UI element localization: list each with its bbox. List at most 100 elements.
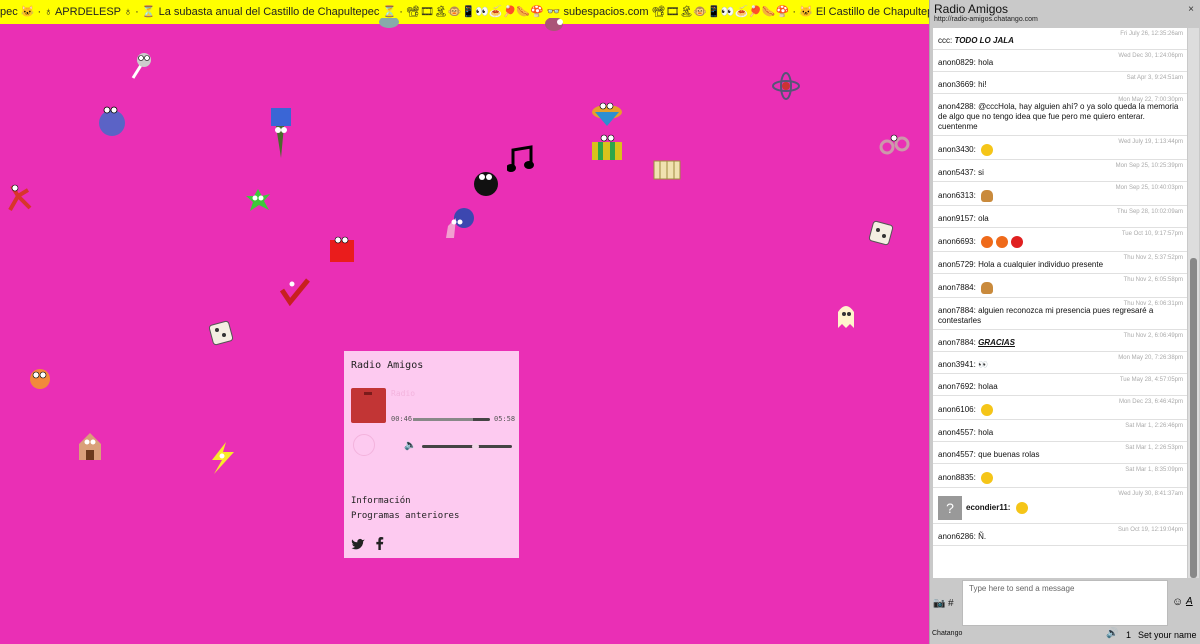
volume-slider[interactable] xyxy=(422,443,512,450)
message-user[interactable]: anon7692: xyxy=(938,382,976,391)
facebook-icon[interactable] xyxy=(375,537,385,550)
archive-link[interactable]: Programas anteriores xyxy=(351,511,459,521)
message-user[interactable]: anon3941: xyxy=(938,360,976,369)
chat-message: Tue May 28, 4:57:05pm anon7692: holaa xyxy=(933,374,1187,396)
play-button[interactable] xyxy=(353,434,375,456)
message-user[interactable]: anon4557: xyxy=(938,450,976,459)
message-text: ola xyxy=(978,214,989,223)
hashtag-icon[interactable]: # xyxy=(948,598,954,609)
pipes-icon xyxy=(879,134,910,155)
message-timestamp: Sun Oct 19, 12:19:04pm xyxy=(1117,527,1183,533)
chat-message: Sun Oct 19, 12:19:04pm anon6286: Ñ. xyxy=(933,524,1187,546)
user-avatar[interactable]: ? xyxy=(938,496,962,520)
orange-ball-icon xyxy=(30,369,50,389)
chat-message: Thu Nov 2, 6:05:58pm anon7884: xyxy=(933,274,1187,298)
emoticon-red-icon xyxy=(996,236,1009,248)
chat-message: Fri July 26, 12:35:26am ccc: TODO LO JALA xyxy=(933,28,1187,50)
chat-message: Sat Mar 1, 8:35:09pm anon8835: xyxy=(933,464,1187,488)
message-timestamp: Sat Mar 1, 2:26:46pm xyxy=(1125,423,1183,429)
chat-message: Mon May 20, 7:26:38pm anon3941: 👀 xyxy=(933,352,1187,374)
message-timestamp: Sat Apr 3, 9:24:51am xyxy=(1126,75,1183,81)
message-timestamp: Mon Sep 25, 10:40:03pm xyxy=(1115,185,1183,191)
message-user[interactable]: anon5437: xyxy=(938,168,976,177)
message-user[interactable]: anon5729: xyxy=(938,260,976,269)
scrollbar-thumb[interactable] xyxy=(1190,258,1197,578)
message-user[interactable]: anon7884: xyxy=(938,306,976,315)
flying-object-partial-icon xyxy=(379,18,399,28)
message-user[interactable]: anon9157: xyxy=(938,214,976,223)
social-links xyxy=(351,537,385,550)
red-square-icon xyxy=(330,236,354,262)
chatango-logo[interactable]: Chatango xyxy=(932,630,962,637)
chat-message: Thu Nov 2, 6:06:49pm anon7884: GRACIAS xyxy=(933,330,1187,352)
radio-player-card: Radio Amigos Radio 00:46 05:58 🔈 Informa… xyxy=(344,351,519,558)
message-timestamp: Sat Mar 1, 8:35:09pm xyxy=(1125,467,1183,473)
message-timestamp: Tue Oct 10, 9:17:57pm xyxy=(1121,231,1183,237)
message-timestamp: Thu Nov 2, 6:06:49pm xyxy=(1123,333,1183,339)
text-format-icon[interactable]: A xyxy=(1186,596,1193,607)
message-user[interactable]: anon4288: xyxy=(938,102,976,111)
emoticon-stop-icon xyxy=(1011,236,1024,248)
lollipop-icon xyxy=(131,53,151,79)
message-user[interactable]: anon8835: xyxy=(938,473,976,482)
progress-bar[interactable] xyxy=(413,418,490,421)
flying-object-partial-2-icon xyxy=(545,18,563,31)
emoticon-cool-icon xyxy=(1015,502,1028,514)
info-link[interactable]: Información xyxy=(351,496,411,506)
emoticon-smile-icon xyxy=(981,144,994,156)
message-text: Hola a cualquier individuo presente xyxy=(978,260,1104,269)
message-user[interactable]: anon6286: xyxy=(938,532,976,541)
message-user[interactable]: anon3669: xyxy=(938,80,976,89)
message-user[interactable]: anon7884: xyxy=(938,283,976,292)
creature-cluster-icon xyxy=(446,208,474,238)
close-icon[interactable]: × xyxy=(1188,4,1194,15)
message-timestamp: Wed July 19, 1:13:44pm xyxy=(1118,139,1183,145)
message-text: hola xyxy=(978,58,994,67)
speaker-icon[interactable]: 🔈 xyxy=(404,440,416,451)
message-user[interactable]: ccc: xyxy=(938,36,952,45)
chat-url[interactable]: http://radio-amigos.chatango.com xyxy=(934,16,1038,23)
message-text: que buenas rolas xyxy=(978,450,1040,459)
chat-title[interactable]: Radio Amigos xyxy=(934,2,1008,16)
message-text: GRACIAS xyxy=(978,338,1015,347)
message-list[interactable]: Fri July 26, 12:35:26am ccc: TODO LO JALA… xyxy=(933,28,1187,578)
dice-2-icon xyxy=(208,320,234,346)
message-user[interactable]: anon6313: xyxy=(938,191,976,200)
message-user[interactable]: anon0829: xyxy=(938,58,976,67)
volume-knob[interactable] xyxy=(471,443,479,450)
message-timestamp: Thu Nov 2, 6:05:58pm xyxy=(1123,277,1183,283)
message-input[interactable]: Type here to send a message xyxy=(962,580,1168,626)
user-count: 1 xyxy=(1126,630,1132,640)
chat-message: Thu Nov 2, 5:37:52pm anon5729: Hola a cua… xyxy=(933,252,1187,274)
message-timestamp: Thu Nov 2, 6:06:31pm xyxy=(1123,301,1183,307)
chat-message: Tue Oct 10, 9:17:57pm anon6693: xyxy=(933,228,1187,252)
message-user[interactable]: anon4557: xyxy=(938,428,976,437)
message-timestamp: Mon May 22, 7:00:30pm xyxy=(1118,97,1183,103)
message-timestamp: Thu Nov 2, 5:37:52pm xyxy=(1123,255,1183,261)
player-title: Radio Amigos xyxy=(351,360,424,371)
message-text: TODO LO JALA xyxy=(954,36,1014,45)
announcement-marquee[interactable]: pec 🐱 · ♁ APRDELESP ♁ · ⏳ La subasta anu… xyxy=(0,0,929,24)
message-user[interactable]: econdier11: xyxy=(966,503,1010,512)
ghost-icon xyxy=(838,306,854,328)
message-user[interactable]: anon6693: xyxy=(938,237,976,246)
message-user[interactable]: anon3430: xyxy=(938,145,976,154)
twitter-icon[interactable] xyxy=(351,538,365,550)
chat-message: Thu Sep 28, 10:02:09am anon9157: ola xyxy=(933,206,1187,228)
sound-icon[interactable]: 🔊 xyxy=(1106,628,1118,639)
running-figure-icon xyxy=(8,184,32,211)
set-name-link[interactable]: Set your name xyxy=(1138,630,1197,640)
message-user[interactable]: anon6106: xyxy=(938,405,976,414)
message-user[interactable]: anon7884: xyxy=(938,338,976,347)
emoticon-smile-icon xyxy=(981,404,994,416)
chat-message: Mon Sep 25, 10:40:03pm anon6313: xyxy=(933,182,1187,206)
atom-icon xyxy=(772,72,800,100)
chat-message: Wed Dec 30, 1:24:06pm anon0829: hola xyxy=(933,50,1187,72)
camera-icon[interactable]: 📷 xyxy=(933,598,945,609)
spinning-top-icon xyxy=(592,102,622,126)
emoji-icon[interactable]: ☺ xyxy=(1172,596,1183,608)
chat-message: Sat Mar 1, 2:26:53pm anon4557: que buenas… xyxy=(933,442,1187,464)
chat-scrollbar[interactable] xyxy=(1188,28,1199,578)
message-timestamp: Mon May 20, 7:26:38pm xyxy=(1118,355,1183,361)
dice-icon xyxy=(868,220,894,246)
